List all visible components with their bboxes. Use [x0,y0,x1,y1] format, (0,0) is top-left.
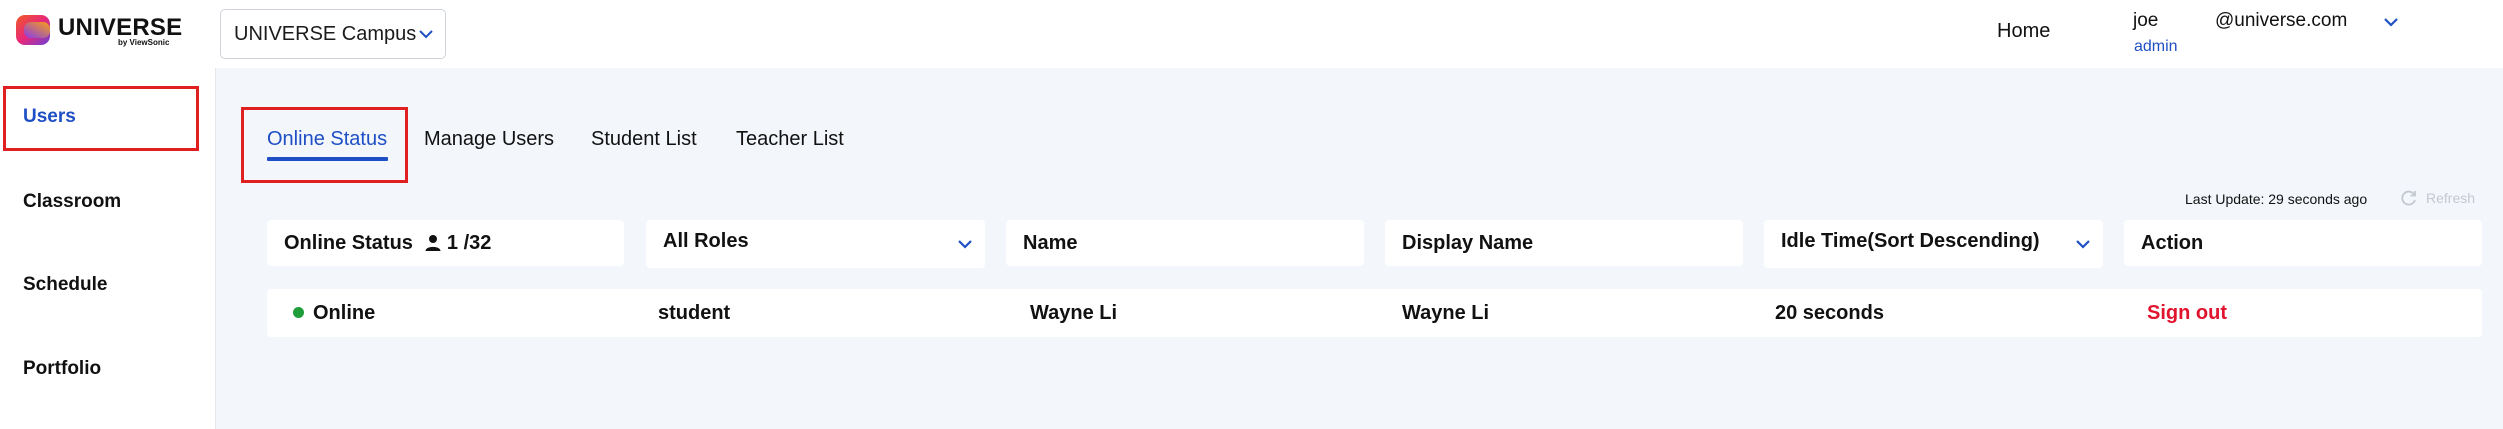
online-status-dot [293,307,304,318]
status-text: Online [313,302,376,324]
sidebar-item-label: Classroom [23,191,122,212]
idle-time-sort-dropdown[interactable]: Idle Time(Sort Descending) [1764,220,2103,268]
sidebar-item-label: Portfolio [23,358,102,379]
user-menu-chevron-icon[interactable] [2383,16,2399,28]
sign-out-button[interactable]: Sign out [2147,302,2227,325]
name-cell: Wayne Li [1030,302,1118,324]
universe-logo-icon [16,15,50,45]
user-name: joe [2133,10,2159,31]
display-name-column-header: Display Name [1385,220,1743,266]
online-status-header: Online Status 1 /32 [267,220,624,266]
campus-select-value: UNIVERSE Campus [234,22,417,45]
refresh-button[interactable]: Refresh [2400,189,2475,207]
action-column-header: Action [2124,220,2482,266]
tab-teacher-list[interactable]: Teacher List [736,128,844,151]
sidebar-item-schedule[interactable]: Schedule [0,254,216,316]
universe-logo[interactable]: UNIVERSE by ViewSonic [16,12,182,52]
top-header: UNIVERSE by ViewSonic UNIVERSE Campus Ho… [0,0,2503,68]
refresh-icon [2401,190,2416,206]
tab-manage-users[interactable]: Manage Users [424,128,554,151]
table-row: Online student Wayne Li Wayne Li 20 seco… [267,289,2482,337]
idle-time-sort-value: Idle Time(Sort Descending) [1781,230,2040,252]
name-column-header: Name [1006,220,1364,266]
brand-subtitle: by ViewSonic [118,38,170,47]
user-role: admin [2134,38,2178,55]
last-update-text: Last Update: 29 seconds ago [2185,191,2368,207]
idle-time-cell: 20 seconds [1775,302,1884,324]
sidebar-item-label: Schedule [23,274,108,295]
refresh-label: Refresh [2426,190,2476,206]
person-icon [425,235,441,251]
roles-filter-dropdown[interactable]: All Roles [646,220,985,268]
roles-filter-value: All Roles [663,230,749,252]
action-header-label: Action [2141,231,2204,254]
status-cell: Online [293,302,375,325]
campus-select[interactable]: UNIVERSE Campus [220,9,446,59]
role-cell: student [658,302,731,324]
chevron-down-icon [419,30,433,39]
name-header-label: Name [1023,231,1078,254]
display-name-header-label: Display Name [1402,231,1534,254]
tab-student-list[interactable]: Student List [591,128,697,151]
sidebar-item-classroom[interactable]: Classroom [0,171,216,233]
display-name-cell: Wayne Li [1402,302,1490,324]
tab-highlight-box [241,107,408,183]
sidebar-item-portfolio[interactable]: Portfolio [0,338,216,400]
online-count: 1 /32 [446,231,492,254]
chevron-down-icon [958,240,972,249]
sidebar-highlight-box [3,86,199,151]
chevron-down-icon [2076,240,2090,249]
online-status-label: Online Status [284,231,413,254]
home-link[interactable]: Home [1997,20,2050,43]
user-email: @universe.com [2215,10,2348,31]
